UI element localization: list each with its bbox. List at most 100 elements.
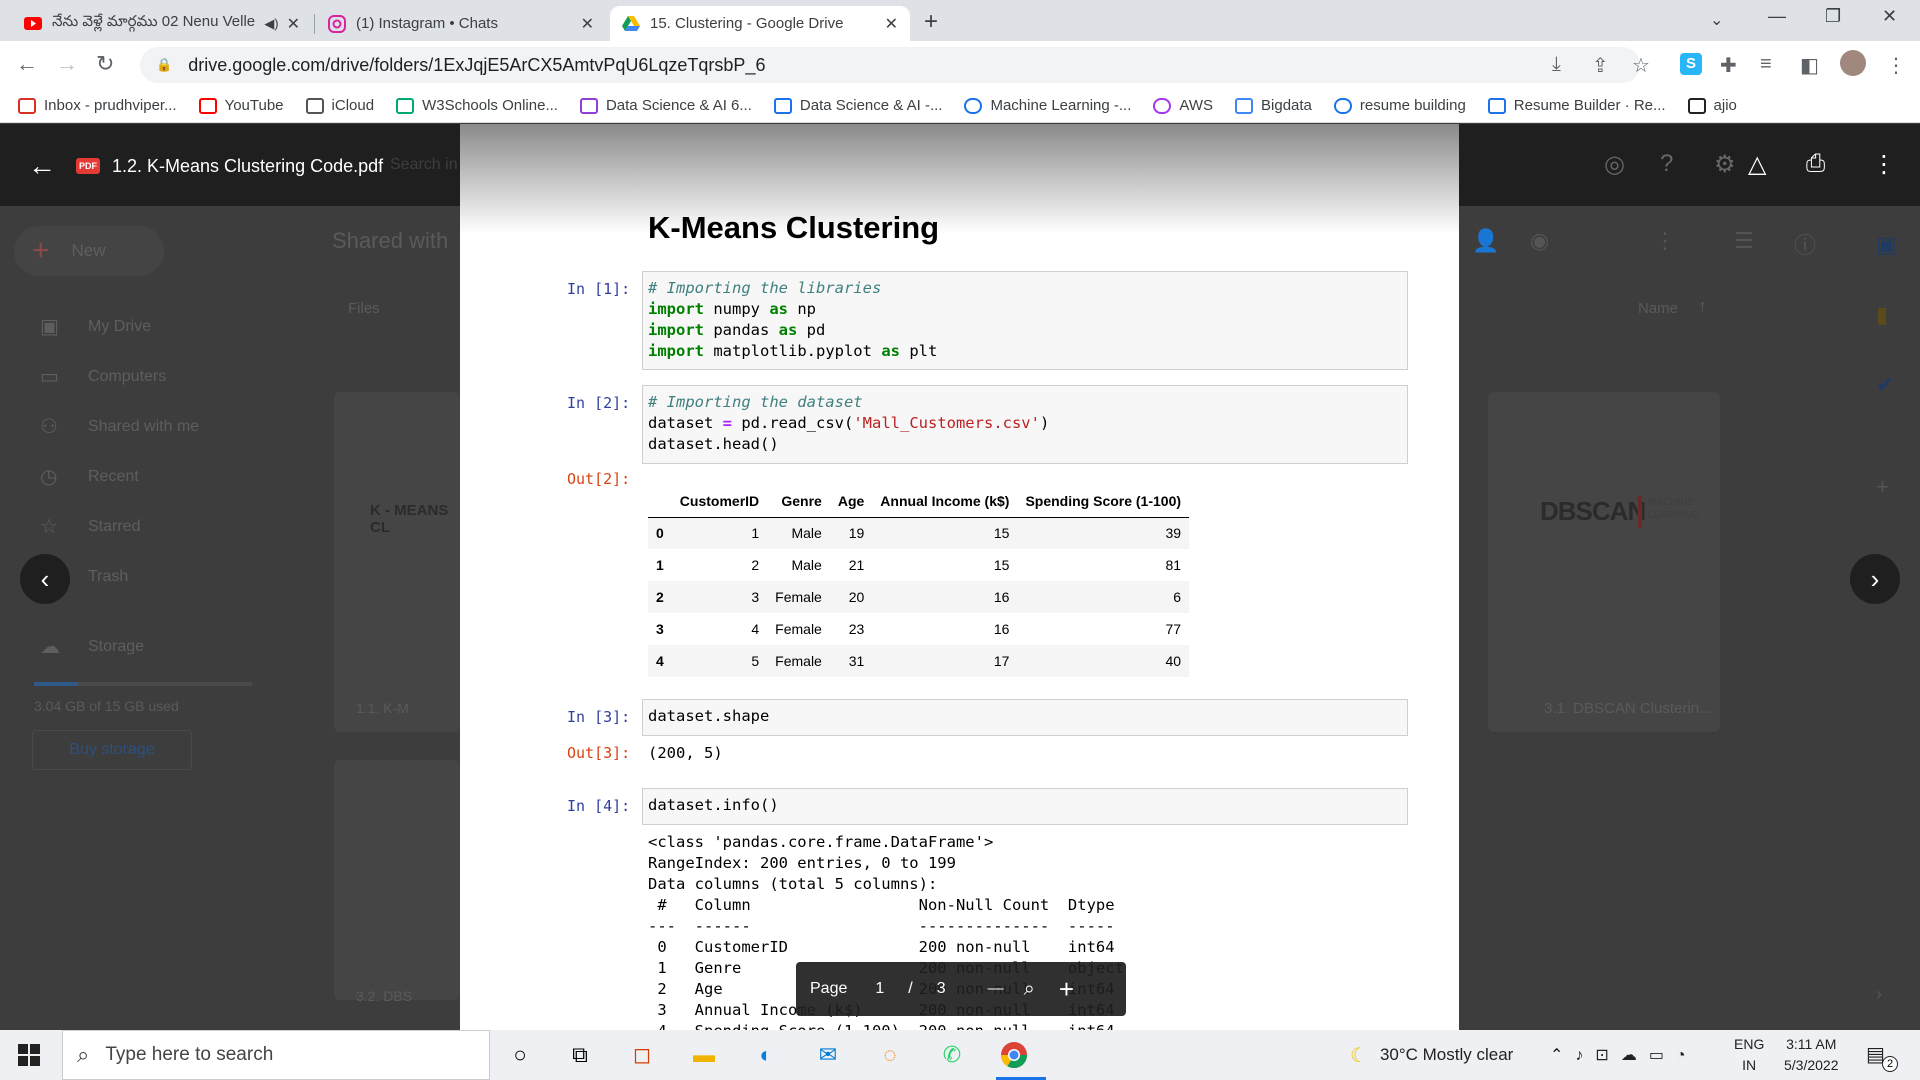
shared-heading: Shared with: [332, 228, 449, 253]
weather-widget[interactable]: ☾ 30°C Mostly clear: [1350, 1030, 1513, 1080]
folder-icon: [579, 97, 598, 114]
bookmark-star-icon[interactable]: ☆: [1632, 53, 1650, 78]
get-addons-icon[interactable]: +: [1876, 474, 1889, 500]
bookmark-item[interactable]: resume building: [1333, 97, 1466, 114]
next-file-button[interactable]: ›: [1850, 554, 1900, 604]
clock[interactable]: 3:11 AM 5/3/2022: [1784, 1034, 1839, 1076]
jupyter-icon[interactable]: ◌: [872, 1039, 908, 1071]
sort-arrow-icon[interactable]: ↑: [1698, 296, 1707, 317]
tasks-icon[interactable]: ✔: [1876, 372, 1894, 398]
forward-button[interactable]: →: [56, 51, 78, 77]
bookmark-item[interactable]: Data Science & AI 6...: [579, 97, 752, 114]
share-icon[interactable]: ⇪: [1592, 53, 1609, 78]
bookmark-item[interactable]: Resume Builder · Re...: [1487, 97, 1666, 114]
mail-icon[interactable]: ✉: [810, 1039, 846, 1071]
sidebar-item-shared-with-me[interactable]: ⚇ Shared with me: [40, 414, 199, 439]
file-explorer-icon[interactable]: ▬: [686, 1039, 722, 1071]
sidebar-item-computers[interactable]: ▭ Computers: [40, 364, 166, 389]
details-info-icon[interactable]: ⓘ: [1794, 228, 1816, 260]
add-to-drive-icon[interactable]: △: [1748, 150, 1766, 179]
pdf-page[interactable]: K-Means Clustering In [1]: # Importing t…: [460, 124, 1459, 1030]
bookmark-item[interactable]: iCloud: [305, 97, 374, 114]
reload-button[interactable]: ↻: [96, 51, 114, 77]
page-control: Page 1 / 3 — ⌕ +: [796, 962, 1126, 1016]
side-panel-chevron-icon[interactable]: ›: [1876, 984, 1882, 1005]
share-person-icon[interactable]: 👤: [1472, 228, 1499, 254]
keep-icon[interactable]: ▮: [1876, 302, 1888, 328]
close-window-button[interactable]: ✕: [1882, 6, 1897, 27]
file-card[interactable]: 3.2. DBS: [334, 760, 460, 1004]
settings-icon[interactable]: ⚙: [1714, 150, 1736, 179]
chrome-menu-icon[interactable]: ⋮: [1886, 53, 1906, 78]
file-card[interactable]: DBSCAN MACHINE LEARNING 3.1. DBSCAN Clus…: [1488, 392, 1720, 732]
whatsapp-icon[interactable]: ✆: [934, 1039, 970, 1071]
lock-icon[interactable]: 🔒: [156, 57, 172, 73]
bookmark-item[interactable]: Machine Learning -...: [964, 97, 1131, 114]
sidebar-item-storage[interactable]: ☁ Storage: [40, 634, 144, 659]
close-tab-icon[interactable]: ✕: [287, 14, 300, 34]
profile-avatar[interactable]: [1840, 50, 1866, 76]
help-icon[interactable]: ?: [1660, 150, 1673, 178]
new-button[interactable]: + New: [14, 226, 164, 276]
calendar-icon[interactable]: ▣: [1876, 232, 1897, 258]
sidebar-item-recent[interactable]: ◷ Recent: [40, 464, 139, 489]
code-keyword: as: [778, 321, 798, 339]
system-tray-icons[interactable]: ⌃♪⊡☁▭◔: [1550, 1030, 1698, 1080]
extensions-puzzle-icon[interactable]: ✚: [1720, 53, 1737, 78]
edge-icon[interactable]: ◐: [748, 1039, 784, 1071]
name-sort-label[interactable]: Name: [1638, 300, 1678, 317]
close-tab-icon[interactable]: ✕: [581, 14, 594, 34]
sidebar-item-starred[interactable]: ☆ Starred: [40, 514, 140, 539]
zoom-icon[interactable]: ⌕: [1024, 978, 1035, 1001]
speaker-icon[interactable]: ◀): [264, 16, 278, 32]
info-output-line: --- ------ -------------- -----: [648, 917, 1124, 935]
sidebar-item-label: Recent: [88, 467, 139, 485]
preview-eye-icon[interactable]: ◉: [1530, 228, 1549, 254]
list-view-icon[interactable]: ☰: [1734, 228, 1754, 254]
bookmark-item[interactable]: ajio: [1687, 97, 1737, 114]
tab-google-drive[interactable]: 15. Clustering - Google Drive ✕: [610, 6, 910, 41]
install-icon[interactable]: ⤓: [1552, 53, 1561, 76]
code-keyword: import: [648, 300, 704, 318]
zoom-out-button[interactable]: —: [988, 980, 1004, 998]
minimize-button[interactable]: —: [1768, 6, 1786, 27]
print-icon[interactable]: ⎙: [1806, 150, 1825, 178]
address-bar[interactable]: 🔒 drive.google.com/drive/folders/1ExJqjE…: [140, 47, 1640, 83]
bookmark-item[interactable]: W3Schools Online...: [396, 97, 558, 114]
ready-offline-icon[interactable]: ◎: [1604, 150, 1625, 179]
office-icon[interactable]: ◻: [624, 1039, 660, 1071]
bookmark-item[interactable]: Inbox - prudhviper...: [18, 97, 177, 114]
new-tab-button[interactable]: +: [924, 8, 938, 36]
sidebar-item-my-drive[interactable]: ▣ My Drive: [40, 314, 151, 339]
previous-file-button[interactable]: ‹: [20, 554, 70, 604]
tab-youtube[interactable]: నేను వెళ్లే మార్గము 02 Nenu Velle ◀) ✕: [12, 6, 312, 41]
page-current-input[interactable]: 1: [875, 980, 884, 998]
back-arrow-icon[interactable]: ←: [28, 150, 56, 182]
more-vert-icon[interactable]: ⋮: [1654, 228, 1676, 254]
bookmark-item[interactable]: Data Science & AI -...: [773, 97, 942, 114]
zoom-in-button[interactable]: +: [1059, 974, 1074, 1005]
restore-button[interactable]: ❐: [1825, 6, 1841, 27]
back-button[interactable]: ←: [16, 51, 38, 77]
page-separator: /: [908, 980, 913, 997]
bookmark-item[interactable]: Bigdata: [1235, 97, 1312, 114]
info-output-line: RangeIndex: 200 entries, 0 to 199: [648, 854, 956, 872]
language-indicator[interactable]: ENG IN: [1734, 1034, 1764, 1076]
windows-start-icon[interactable]: [18, 1044, 40, 1066]
close-tab-icon[interactable]: ✕: [885, 14, 898, 34]
cortana-icon[interactable]: ○: [502, 1039, 538, 1071]
file-card[interactable]: K - MEANS CL 1.1. K-M: [334, 392, 460, 732]
media-controls-icon[interactable]: ≡: [1760, 53, 1772, 76]
people-icon: ⚇: [40, 416, 58, 438]
bookmark-item[interactable]: AWS: [1153, 97, 1213, 114]
extension-s-icon[interactable]: S: [1680, 53, 1702, 75]
buy-storage-button[interactable]: Buy storage: [32, 730, 192, 770]
tab-search-chevron-icon[interactable]: ⌄: [1710, 10, 1723, 30]
task-view-icon[interactable]: ⧉: [562, 1039, 598, 1071]
bookmark-item[interactable]: YouTube: [198, 97, 284, 114]
side-panel-icon[interactable]: ◧: [1800, 53, 1819, 78]
chrome-icon[interactable]: [996, 1039, 1032, 1071]
more-actions-icon[interactable]: ⋮: [1872, 150, 1896, 179]
tab-instagram[interactable]: (1) Instagram • Chats ✕: [316, 6, 606, 41]
taskbar-search[interactable]: ⌕ Type here to search: [62, 1030, 490, 1080]
